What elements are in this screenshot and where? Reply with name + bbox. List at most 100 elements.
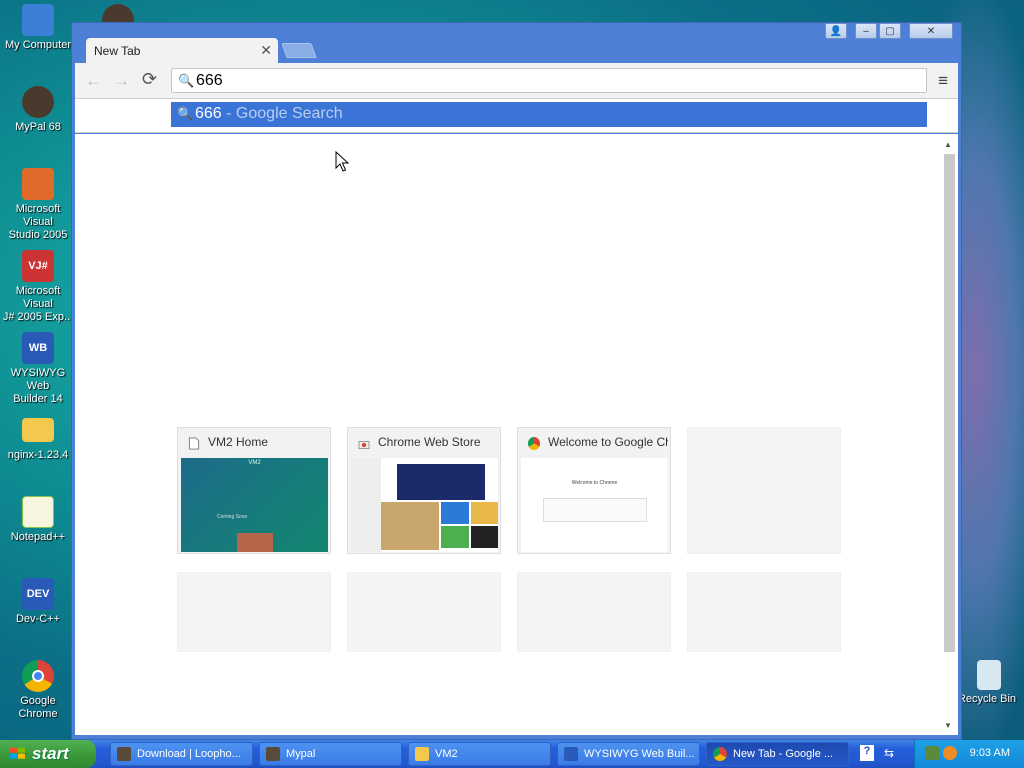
suggestion-hint: - Google Search [221,105,343,122]
tab-close-icon[interactable]: ✕ [260,42,272,59]
taskbar-item-label: Download | Loopho... [137,748,241,760]
suggestion-google-search[interactable]: 🔍 666 - Google Search [171,102,927,127]
start-button[interactable]: start [0,740,96,768]
maximize-button[interactable]: ▢ [879,23,901,39]
desktop-icon-label: Dev-C++ [15,613,61,625]
web-builder-icon [564,747,578,761]
thumb-subtext: Coming Soon [217,514,248,520]
desktop-icon-label: My Computer [4,39,72,51]
mypal-raccoon-icon [266,747,280,761]
recycle-bin-icon [977,660,1001,690]
tile-title: VM2 Home [208,435,269,449]
desktop-icon-visual-studio[interactable]: Microsoft Visual Studio 2005 [0,168,76,242]
desktop-icon-label: Google Chrome [18,695,58,720]
vjsharp-icon-glyph: VJ# [28,259,48,272]
desktop-icon-recycle-bin[interactable]: Recycle Bin [954,660,1024,706]
desktop-icon-notepadpp[interactable]: Notepad++ [0,496,76,544]
tile-title: Welcome to Google Chrome [548,435,668,449]
back-arrow-icon[interactable]: ← [85,71,102,91]
web-builder-icon: WB [22,332,54,364]
chrome-icon [528,437,540,450]
desktop-icon-label: Recycle Bin [957,693,1017,705]
suggestion-query: 666 [195,105,222,122]
thumb-heading: VM2 [248,460,261,466]
web-builder-icon-glyph: WB [28,341,48,354]
tile-thumbnail [351,458,498,552]
desktop-icon-devcpp[interactable]: DEV Dev-C++ [0,578,76,626]
new-tab-button[interactable] [281,43,317,58]
menu-icon[interactable]: ≡ [938,71,948,91]
desktop-icon-label: Microsoft Visual Studio 2005 [8,203,68,241]
tile-title: Chrome Web Store [378,435,481,449]
desktop-icon-label: MyPal 68 [15,121,61,133]
close-window-button[interactable]: ✕ [909,23,953,39]
notepad-icon [22,496,54,528]
most-visited-tile[interactable]: VM2 Home VM2 Coming Soon [177,427,331,554]
empty-tile [347,572,501,652]
most-visited-tile[interactable]: Welcome to Google Chrome Welcome to Chro… [517,427,671,554]
profile-icon: 👤 [829,25,843,37]
devcpp-icon: DEV [22,578,54,610]
desktop-icon-label: nginx-1.23.4 [7,449,69,461]
start-label: start [32,744,69,763]
scroll-up-icon[interactable]: ▲ [944,140,952,149]
minimize-button[interactable]: – [855,23,877,39]
clock: 9:03 AM [969,747,1010,759]
mypal-raccoon-icon [22,86,54,118]
chrome-icon [22,660,54,692]
search-icon: 🔍 [178,73,195,88]
mypal-raccoon-icon [117,747,131,761]
empty-tile [517,572,671,652]
taskbar-item-wysiwyg[interactable]: WYSIWYG Web Buil... [557,742,700,766]
desktop-icon-label: Microsoft Visual J# 2005 Exp... [2,285,74,323]
desktop-icon-nginx[interactable]: nginx-1.23.4 [0,414,76,462]
reload-icon[interactable]: ⟳ [142,69,157,90]
scroll-down-icon[interactable]: ▼ [944,721,952,730]
new-tab-page: ▲ ▼ VM2 Home VM2 Coming Soon Chrome Web … [75,134,958,735]
desktop-icon-wysiwyg[interactable]: WB WYSIWYG Web Builder 14 [0,332,76,406]
chrome-icon [713,747,727,761]
taskbar: start Download | Loopho... Mypal VM2 WYS… [0,740,1024,768]
taskbar-item-mypal[interactable]: Mypal [259,742,402,766]
thumb-heading: Welcome to Chrome [571,480,618,486]
most-visited-tile[interactable]: Chrome Web Store [347,427,501,554]
taskbar-item-chrome[interactable]: New Tab - Google ... [706,742,849,766]
network-icon[interactable] [925,746,939,760]
folder-icon [415,747,429,761]
computer-icon [22,4,54,36]
desktop-icon-mypal[interactable]: MyPal 68 [0,86,76,134]
search-tray-icon[interactable] [943,746,957,760]
vertical-scrollbar[interactable]: ▲ ▼ [942,138,956,730]
display-icon[interactable]: ⇆ [884,746,894,760]
tab-title: New Tab [94,44,141,58]
taskbar-item-vm2[interactable]: VM2 [408,742,551,766]
scrollbar-thumb[interactable] [944,154,955,652]
chrome-store-icon [358,441,370,449]
window-controls: 👤 – ▢ ✕ [825,23,953,39]
close-icon: ✕ [926,25,936,37]
browser-window: New Tab ✕ 👤 – ▢ ✕ ← → ⟳ 🔍 666 ≡ 🔍 666 - … [71,22,962,740]
help-icon[interactable]: ? [860,745,874,761]
desktop-icon-label: WYSIWYG Web Builder 14 [10,367,66,405]
desktop-icon-my-computer[interactable]: My Computer [0,4,76,52]
minimize-icon: – [863,25,869,37]
taskbar-item-download[interactable]: Download | Loopho... [110,742,253,766]
forward-arrow-icon[interactable]: → [113,71,130,91]
taskbar-item-label: New Tab - Google ... [733,748,834,760]
profile-button[interactable]: 👤 [825,23,847,39]
windows-logo-icon [10,747,25,759]
page-icon [188,437,200,450]
empty-tile [177,572,331,652]
folder-icon [22,418,54,442]
browser-toolbar: ← → ⟳ 🔍 666 ≡ [75,63,958,99]
desktop-icon-visual-jsharp[interactable]: VJ# Microsoft Visual J# 2005 Exp... [0,250,76,324]
tab-new-tab[interactable]: New Tab ✕ [86,38,278,64]
tile-thumbnail: Welcome to Chrome [521,458,668,552]
desktop-icon-google-chrome[interactable]: Google Chrome [0,660,76,721]
taskbar-item-label: VM2 [435,748,458,760]
visual-studio-icon [22,168,54,200]
tile-thumbnail: VM2 Coming Soon [181,458,328,552]
omnibox-input[interactable]: 🔍 666 [171,68,927,93]
maximize-icon: ▢ [885,25,895,37]
tab-strip: New Tab ✕ 👤 – ▢ ✕ [72,23,961,64]
